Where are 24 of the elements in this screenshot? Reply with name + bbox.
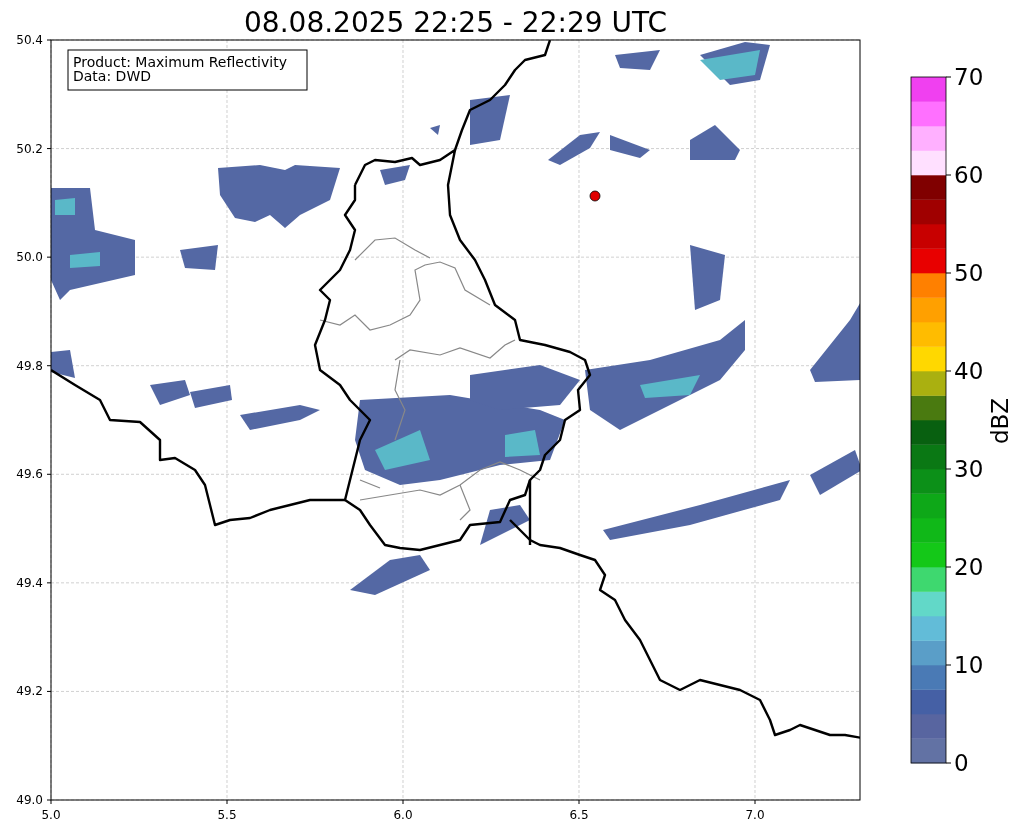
x-axis-tick: 6.0	[393, 799, 413, 822]
y-axis-tick: 50.0	[16, 250, 52, 265]
colorbar-tick: 10	[945, 652, 984, 678]
y-axis-tick: 49.6	[16, 467, 52, 482]
y-axis-tick: 50.4	[16, 33, 52, 47]
colorbar-tick: 40	[945, 358, 984, 384]
colorbar-tick: 60	[945, 162, 984, 188]
colorbar-label: dBZ	[987, 397, 1013, 445]
colorbar-tick: 0	[945, 750, 969, 776]
x-axis-tick: 5.5	[217, 799, 237, 822]
colorbar-tick: 50	[945, 260, 984, 286]
colorbar-tick: 70	[945, 64, 984, 90]
y-axis-tick: 49.2	[16, 684, 52, 699]
chart-title: 08.08.2025 22:25 - 22:29 UTC	[244, 6, 667, 40]
legend-text: Product: Maximum Reflectivity	[73, 54, 287, 70]
y-axis-tick: 49.8	[16, 358, 52, 373]
y-axis-tick: 49.4	[16, 575, 52, 590]
colorbar-tick: 20	[945, 554, 984, 580]
legend-text: Data: DWD	[73, 68, 151, 84]
colorbar-tick: 30	[945, 456, 984, 482]
x-axis-tick: 6.5	[569, 799, 589, 822]
x-axis-tick: 7.0	[745, 799, 765, 822]
location-marker	[589, 190, 601, 202]
y-axis-tick: 50.2	[16, 141, 52, 156]
